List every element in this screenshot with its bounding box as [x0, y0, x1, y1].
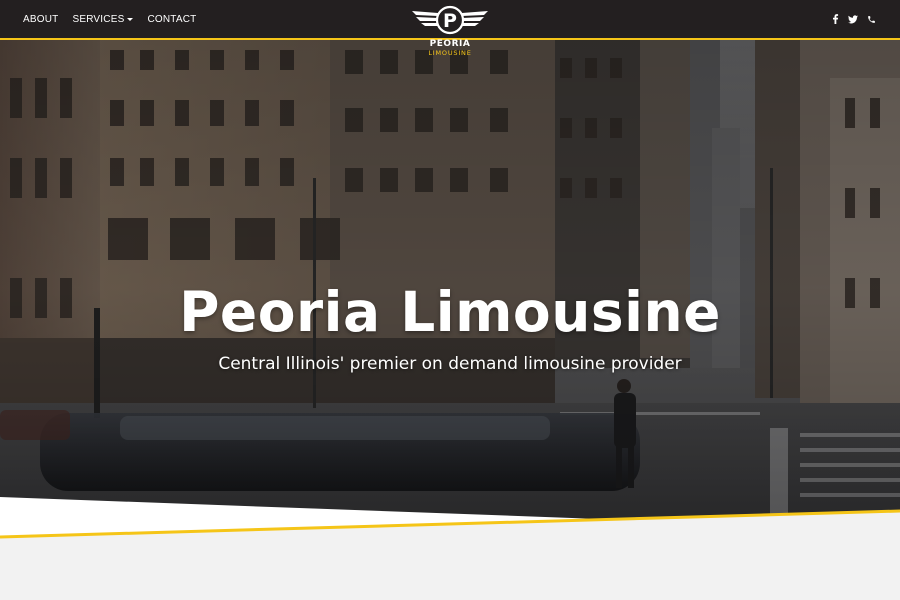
- twitter-icon[interactable]: [848, 14, 858, 24]
- social-links: [832, 0, 876, 38]
- logo-subtext: LIMOUSINE: [428, 49, 472, 57]
- hero-subtitle: Central Illinois' premier on demand limo…: [218, 354, 682, 374]
- nav-services-label: SERVICES: [72, 13, 125, 25]
- nav-services-dropdown[interactable]: SERVICES: [72, 13, 134, 25]
- logo-wordmark: PEORIA: [429, 39, 471, 49]
- facebook-icon[interactable]: [832, 14, 839, 24]
- main-nav: ABOUT SERVICES CONTACT: [23, 0, 196, 38]
- nav-contact-link[interactable]: CONTACT: [147, 14, 196, 25]
- phone-icon[interactable]: [867, 15, 876, 24]
- nav-about-link[interactable]: ABOUT: [23, 14, 58, 25]
- hero-section: Peoria Limousine Central Illinois' premi…: [0, 38, 900, 538]
- caret-down-icon: [127, 17, 134, 21]
- brand-logo[interactable]: P PEORIA LIMOUSINE: [410, 4, 490, 58]
- hero-title: Peoria Limousine: [179, 280, 721, 344]
- winged-logo-icon: P: [412, 5, 488, 35]
- logo-letter: P: [443, 10, 457, 32]
